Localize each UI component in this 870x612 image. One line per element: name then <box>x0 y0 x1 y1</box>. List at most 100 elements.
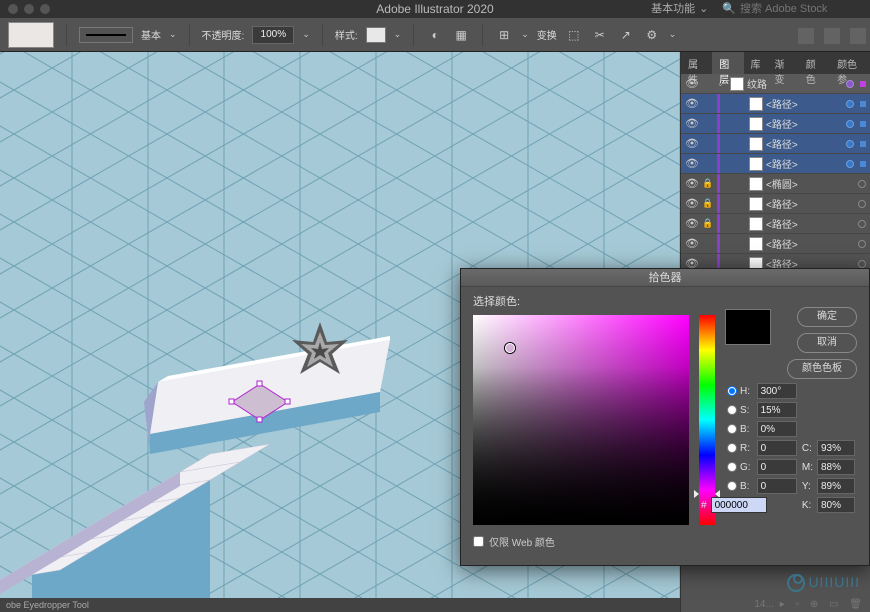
m-input[interactable] <box>817 459 855 475</box>
sublayer-row[interactable]: 👁🔒 <路径> <box>681 214 870 234</box>
chevron-down-icon[interactable]: ⌄ <box>169 29 177 40</box>
target-icon[interactable] <box>846 120 854 128</box>
arrange-icon[interactable] <box>798 28 814 44</box>
bar-icon[interactable] <box>824 28 840 44</box>
recolor-icon[interactable]: ◐ <box>426 26 444 44</box>
tab-libraries[interactable]: 库 <box>744 52 768 74</box>
lock-slot[interactable]: 🔒 <box>702 198 714 209</box>
visibility-icon[interactable]: 👁 <box>685 217 699 230</box>
layer-name[interactable]: <路径> <box>766 136 843 151</box>
stock-search[interactable]: 🔍 <box>722 0 860 18</box>
target-icon[interactable] <box>846 140 854 148</box>
isolate-icon[interactable]: ⬚ <box>565 26 583 44</box>
color-field[interactable] <box>473 315 689 525</box>
sublayer-row[interactable]: 👁 <路径> <box>681 234 870 254</box>
h-input[interactable] <box>757 383 797 399</box>
visibility-icon[interactable]: 👁 <box>685 97 699 110</box>
sublayer-row[interactable]: 👁 <路径> <box>681 114 870 134</box>
sublayer-row[interactable]: 👁 <路径> <box>681 134 870 154</box>
stock-search-input[interactable] <box>740 3 860 15</box>
zoom-dot[interactable] <box>40 4 50 14</box>
target-icon[interactable] <box>846 100 854 108</box>
hue-slider[interactable] <box>699 315 715 525</box>
align-group-icon[interactable]: ⊞ <box>495 26 513 44</box>
tool-icon[interactable]: ↗ <box>617 26 635 44</box>
y-input[interactable] <box>817 478 855 494</box>
hex-input[interactable] <box>711 497 767 513</box>
fill-stroke-swatch[interactable] <box>8 22 54 48</box>
layer-name[interactable]: <路径> <box>766 156 843 171</box>
visibility-icon[interactable]: 👁 <box>685 157 699 170</box>
target-icon[interactable] <box>858 180 866 188</box>
target-icon[interactable] <box>846 160 854 168</box>
tab-properties[interactable]: 属性 <box>681 52 712 74</box>
target-icon[interactable] <box>858 260 866 268</box>
layer-name[interactable]: <路径> <box>766 96 843 111</box>
style-swatch[interactable] <box>366 27 386 43</box>
r-input[interactable] <box>757 440 797 456</box>
b-radio[interactable]: B: <box>727 424 751 435</box>
layer-name[interactable]: <路径> <box>766 216 855 231</box>
stroke-preview[interactable] <box>79 27 133 43</box>
tab-gradient[interactable]: 渐变 <box>768 52 799 74</box>
s-input[interactable] <box>757 402 797 418</box>
tab-color[interactable]: 颜色 <box>799 52 830 74</box>
h-radio[interactable]: H: <box>727 386 751 397</box>
close-dot[interactable] <box>8 4 18 14</box>
sublayer-row[interactable]: 👁🔒 <路径> <box>681 194 870 214</box>
chevron-down-icon[interactable]: ⌄ <box>669 29 677 40</box>
workspace-switcher[interactable]: 基本功能 ⌄ <box>651 0 708 18</box>
s-radio[interactable]: S: <box>727 405 751 416</box>
chevron-down-icon[interactable]: ⌄ <box>521 29 529 40</box>
layer-name[interactable]: <路径> <box>766 116 843 131</box>
target-icon[interactable] <box>858 220 866 228</box>
crop-icon[interactable]: ✂ <box>591 26 609 44</box>
lock-slot[interactable]: 🔒 <box>702 218 714 229</box>
sublayer-row[interactable]: 👁🔒 <椭圆> <box>681 174 870 194</box>
lock-slot[interactable]: 🔒 <box>702 178 714 189</box>
target-icon[interactable] <box>858 200 866 208</box>
g-radio[interactable]: G: <box>727 462 751 473</box>
settings-icon[interactable]: ⚙ <box>643 26 661 44</box>
align-icon[interactable]: ▦ <box>452 26 470 44</box>
cancel-button[interactable]: 取消 <box>797 333 857 353</box>
swatches-button[interactable]: 颜色色板 <box>787 359 857 379</box>
layer-root[interactable]: 👁 ⌄ 纹路 <box>681 74 870 94</box>
chevron-down-icon[interactable]: ⌄ <box>394 29 402 40</box>
sublayer-row[interactable]: 👁 <路径> <box>681 154 870 174</box>
layer-name[interactable]: <椭圆> <box>766 176 855 191</box>
visibility-icon[interactable]: 👁 <box>685 137 699 150</box>
sublayer-row[interactable]: 👁 <路径> <box>681 94 870 114</box>
k-input[interactable] <box>817 497 855 513</box>
menu-icon[interactable] <box>850 28 866 44</box>
disclosure-arrow-icon[interactable]: ⌄ <box>717 79 727 88</box>
visibility-icon[interactable]: 👁 <box>685 77 699 90</box>
visibility-icon[interactable]: 👁 <box>685 117 699 130</box>
visibility-icon[interactable]: 👁 <box>685 237 699 250</box>
minimize-dot[interactable] <box>24 4 34 14</box>
color-picker-dialog[interactable]: 拾色器 选择颜色: 确定 取消 颜色色板 H: S: B: R: G: B <box>460 268 870 566</box>
layer-name[interactable]: <路径> <box>766 196 855 211</box>
layer-name[interactable]: <路径> <box>766 236 855 251</box>
layer-name[interactable]: 纹路 <box>747 76 843 91</box>
opacity-input[interactable] <box>252 26 294 44</box>
ok-button[interactable]: 确定 <box>797 307 857 327</box>
visibility-icon[interactable]: 👁 <box>685 197 699 210</box>
b2-radio[interactable]: B: <box>727 481 751 492</box>
b-input[interactable] <box>757 421 797 437</box>
status-bar: obe Eyedropper Tool <box>0 598 680 612</box>
window-controls[interactable] <box>8 4 50 14</box>
g-input[interactable] <box>757 459 797 475</box>
tab-swatches[interactable]: 颜色参 <box>830 52 870 74</box>
b2-input[interactable] <box>757 478 797 494</box>
visibility-icon[interactable]: 👁 <box>685 177 699 190</box>
target-icon[interactable] <box>846 80 854 88</box>
chevron-down-icon: ⌄ <box>699 0 708 18</box>
target-icon[interactable] <box>858 240 866 248</box>
tab-layers[interactable]: 图层 <box>712 52 743 74</box>
chevron-down-icon[interactable]: ⌄ <box>302 29 310 40</box>
c-input[interactable] <box>817 440 855 456</box>
color-field-cursor[interactable] <box>505 343 515 353</box>
r-radio[interactable]: R: <box>727 443 751 454</box>
web-only-checkbox[interactable] <box>473 536 484 547</box>
